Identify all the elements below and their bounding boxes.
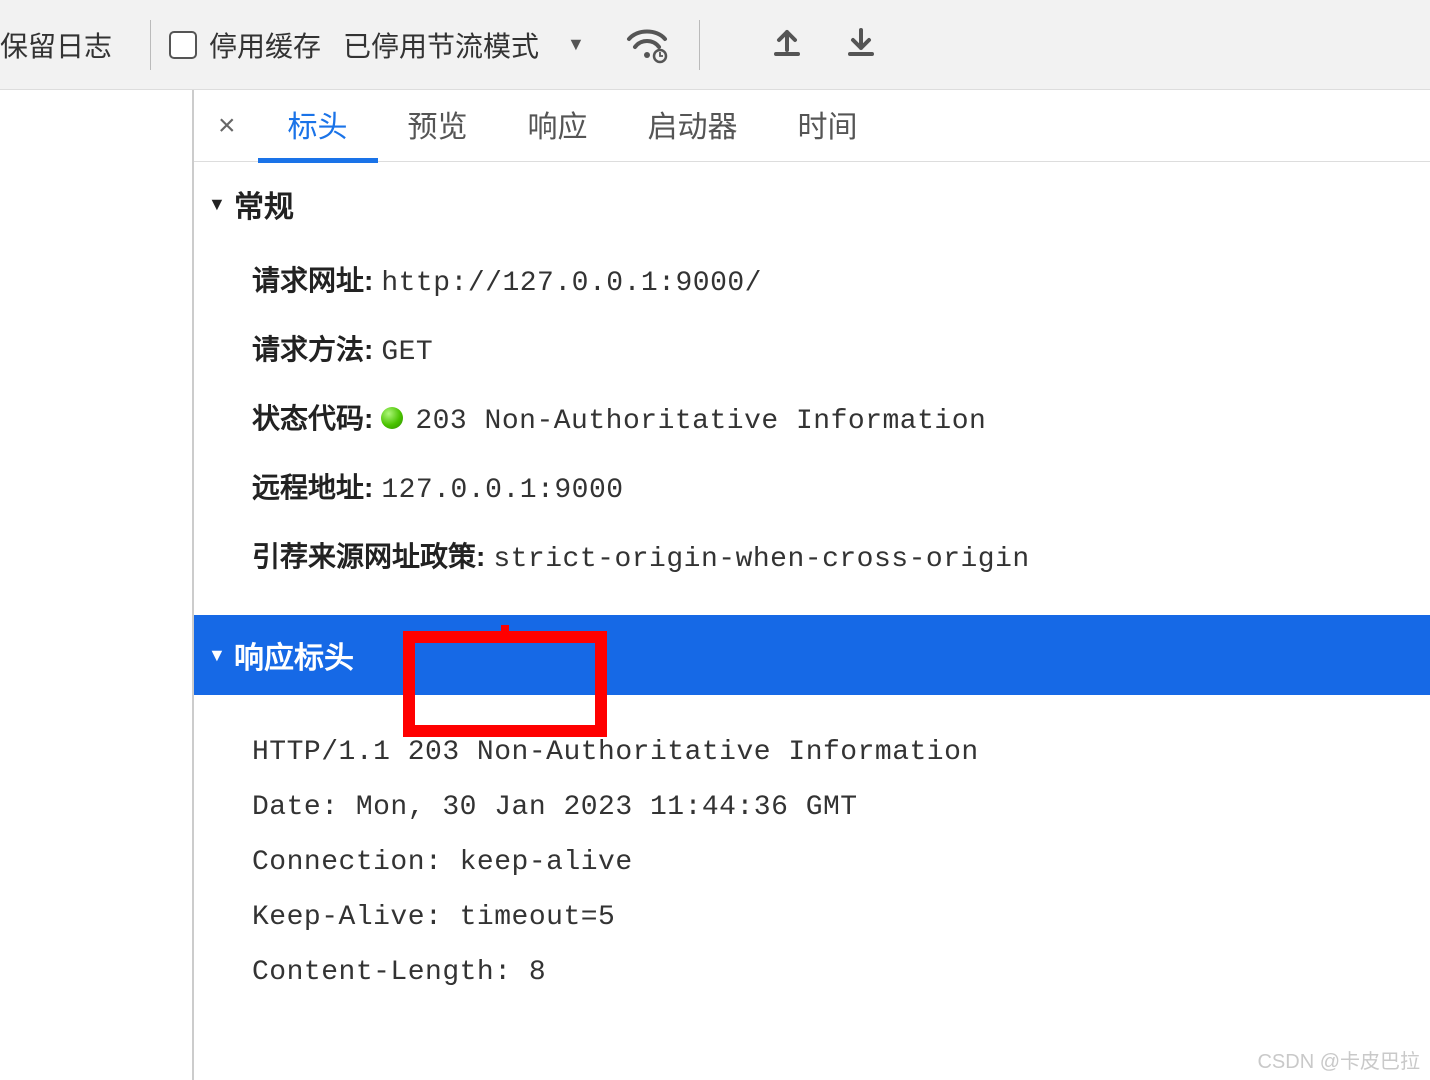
key-request-method: 请求方法: bbox=[252, 329, 373, 371]
row-referrer-policy: 引荐来源网址政策: strict-origin-when-cross-origi… bbox=[252, 524, 1430, 593]
section-response-headers-title: 响应标头 bbox=[234, 633, 354, 677]
headers-content: ▼ 常规 请求网址: http://127.0.0.1:9000/ 请求方法: … bbox=[194, 162, 1430, 1080]
section-general-title: 常规 bbox=[234, 182, 294, 226]
details-pane: × 标头 预览 响应 启动器 时间 ▼ 常规 请求网址: http://127.… bbox=[194, 90, 1430, 1080]
disclosure-triangle-icon: ▼ bbox=[208, 194, 228, 215]
general-list: 请求网址: http://127.0.0.1:9000/ 请求方法: GET 状… bbox=[194, 244, 1430, 615]
section-general-header[interactable]: ▼ 常规 bbox=[194, 162, 1430, 244]
tab-initiator[interactable]: 启动器 bbox=[618, 88, 768, 163]
tab-response[interactable]: 响应 bbox=[498, 88, 618, 163]
toolbar-separator bbox=[150, 20, 151, 70]
network-toolbar: 保留日志 停用缓存 已停用节流模式 ▼ bbox=[0, 0, 1430, 90]
throttling-label: 已停用节流模式 bbox=[343, 25, 539, 65]
response-headers-list: HTTP/1.1 203 Non-Authoritative Informati… bbox=[194, 695, 1430, 1000]
watermark-text: CSDN @卡皮巴拉 bbox=[1257, 1045, 1420, 1074]
key-remote-address: 远程地址: bbox=[252, 467, 373, 509]
disable-cache-toggle[interactable]: 停用缓存 bbox=[169, 25, 321, 65]
raw-header-line: Content-Length: 8 bbox=[252, 945, 1430, 1000]
details-tab-bar: × 标头 预览 响应 启动器 时间 bbox=[194, 90, 1430, 162]
main-layout: × 标头 预览 响应 启动器 时间 ▼ 常规 请求网址: http://127.… bbox=[0, 90, 1430, 1080]
row-status-code: 状态代码: 203 Non-Authoritative Information bbox=[252, 386, 1430, 455]
checkbox-icon bbox=[169, 31, 197, 59]
network-conditions-icon[interactable] bbox=[625, 25, 669, 65]
upload-har-icon[interactable] bbox=[770, 24, 804, 65]
toolbar-separator bbox=[699, 20, 700, 70]
tab-timing[interactable]: 时间 bbox=[768, 88, 888, 163]
val-request-method: GET bbox=[381, 332, 433, 374]
status-dot-icon bbox=[381, 407, 403, 429]
throttling-dropdown-caret-icon[interactable]: ▼ bbox=[567, 34, 585, 55]
close-icon[interactable]: × bbox=[212, 109, 258, 143]
request-list-pane[interactable] bbox=[0, 90, 194, 1080]
preserve-log-label: 保留日志 bbox=[0, 25, 132, 65]
tab-headers[interactable]: 标头 bbox=[258, 88, 378, 163]
val-request-url: http://127.0.0.1:9000/ bbox=[381, 263, 762, 305]
section-response-headers-header[interactable]: ▼ 响应标头 bbox=[194, 615, 1430, 695]
key-request-url: 请求网址: bbox=[252, 260, 373, 302]
raw-header-line: Connection: keep-alive bbox=[252, 835, 1430, 890]
key-status-code: 状态代码: bbox=[252, 398, 373, 440]
key-referrer-policy: 引荐来源网址政策: bbox=[252, 536, 485, 578]
val-referrer-policy: strict-origin-when-cross-origin bbox=[493, 539, 1029, 581]
raw-header-line: HTTP/1.1 203 Non-Authoritative Informati… bbox=[252, 725, 1430, 780]
raw-header-line: Date: Mon, 30 Jan 2023 11:44:36 GMT bbox=[252, 780, 1430, 835]
row-request-url: 请求网址: http://127.0.0.1:9000/ bbox=[252, 248, 1430, 317]
disable-cache-label: 停用缓存 bbox=[209, 25, 321, 65]
raw-header-line: Keep-Alive: timeout=5 bbox=[252, 890, 1430, 945]
row-remote-address: 远程地址: 127.0.0.1:9000 bbox=[252, 455, 1430, 524]
val-remote-address: 127.0.0.1:9000 bbox=[381, 470, 623, 512]
download-har-icon[interactable] bbox=[844, 24, 878, 65]
disclosure-triangle-icon: ▼ bbox=[208, 645, 228, 666]
row-request-method: 请求方法: GET bbox=[252, 317, 1430, 386]
tab-preview[interactable]: 预览 bbox=[378, 88, 498, 163]
val-status-code: 203 Non-Authoritative Information bbox=[381, 401, 986, 443]
